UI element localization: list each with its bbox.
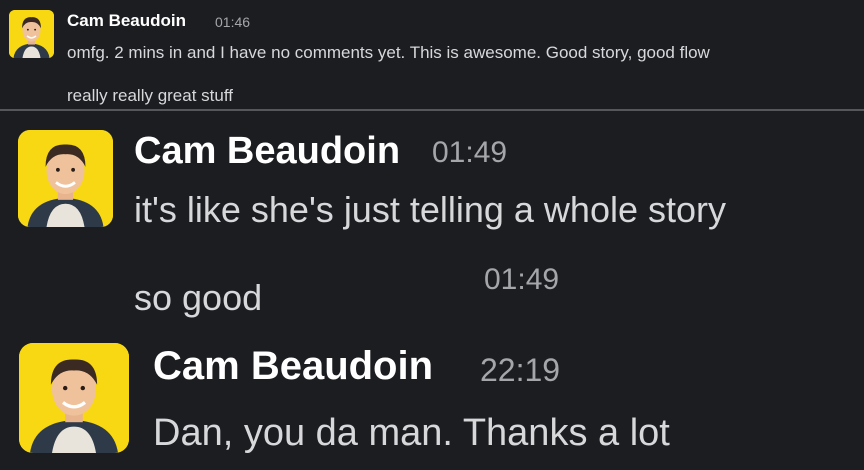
message-timestamp[interactable]: 22:19 <box>480 349 560 391</box>
message-text: Dan, you da man. Thanks a lot <box>153 412 670 454</box>
message-text: so good <box>134 277 263 318</box>
message-timestamp[interactable]: 01:46 <box>215 12 250 32</box>
message-author[interactable]: Cam Beaudoin <box>134 128 400 174</box>
message-panel-bottom: Cam Beaudoin 01:49 it's like she's just … <box>0 111 864 470</box>
user-avatar-icon[interactable] <box>19 343 129 453</box>
message-author[interactable]: Cam Beaudoin <box>153 342 433 390</box>
message-text-continued: really really great stuff <box>67 86 233 105</box>
user-avatar-icon[interactable] <box>9 10 54 58</box>
message-text: it's like she's just telling a whole sto… <box>134 189 726 230</box>
message-text: omfg. 2 mins in and I have no comments y… <box>67 43 710 62</box>
message-panel-top: Cam Beaudoin 01:46 omfg. 2 mins in and I… <box>0 0 864 109</box>
message-timestamp[interactable]: 01:49 <box>484 260 559 300</box>
message-author[interactable]: Cam Beaudoin <box>67 10 186 32</box>
user-avatar-icon[interactable] <box>18 130 113 227</box>
message-timestamp[interactable]: 01:49 <box>432 133 507 173</box>
